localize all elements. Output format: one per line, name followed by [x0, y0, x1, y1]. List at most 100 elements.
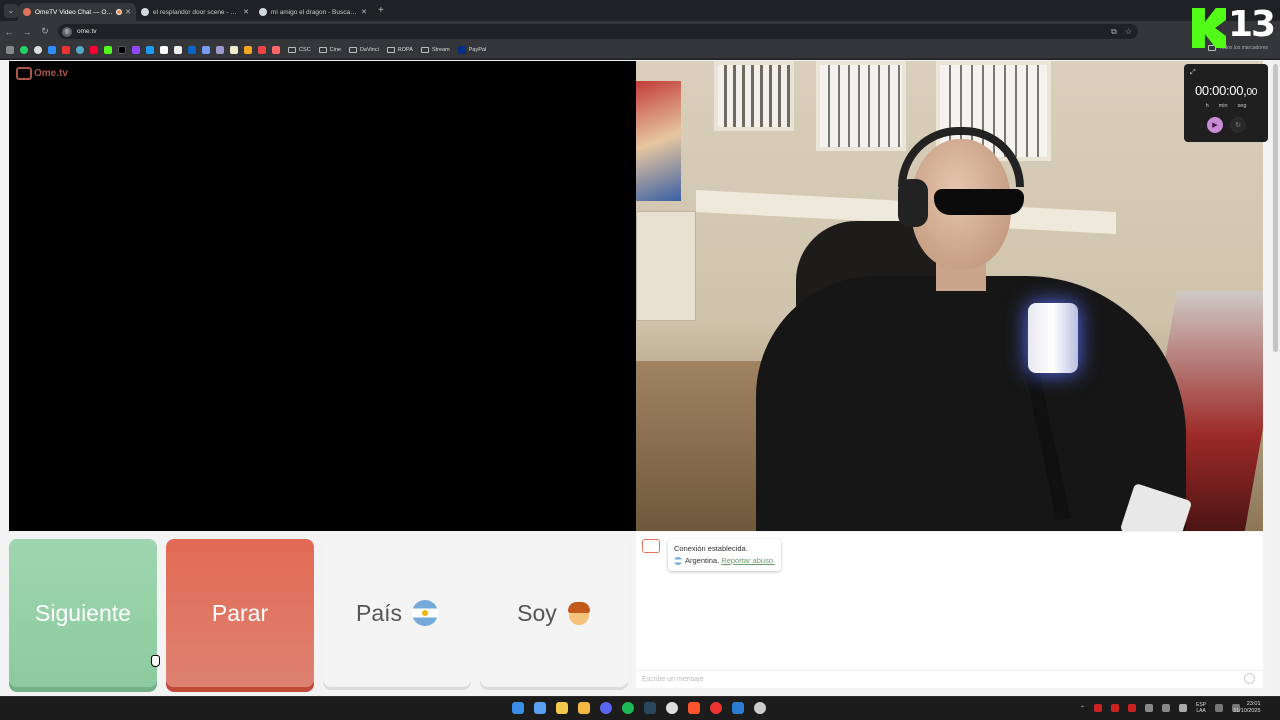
self-video	[636, 61, 1263, 531]
bookmark-folder-davinci[interactable]: DaVinci	[348, 47, 379, 53]
linkedin-icon[interactable]	[188, 46, 196, 54]
google-favicon-icon	[259, 8, 267, 16]
reload-icon[interactable]: ↻	[36, 26, 54, 37]
close-tab-icon[interactable]: ✕	[361, 8, 367, 16]
poster	[636, 81, 681, 201]
back-icon[interactable]: ←	[0, 27, 18, 37]
message-input[interactable]: Escribe un mensaje	[636, 670, 1263, 688]
app-icon[interactable]	[754, 702, 766, 714]
next-button[interactable]: Siguiente	[9, 539, 157, 687]
address-bar[interactable]: ◎ ome.tv ⧉ ☆	[58, 24, 1138, 39]
file-explorer-icon[interactable]	[578, 702, 590, 714]
emoji-icon[interactable]	[1244, 673, 1255, 684]
network-icon[interactable]	[1215, 704, 1224, 712]
chrome-icon[interactable]	[666, 702, 678, 714]
browser-tab-bar: ⌄ OmeTV Video Chat — Ome ✕ el resplandor…	[0, 0, 1280, 21]
close-tab-icon[interactable]: ✕	[125, 8, 131, 16]
scroll-thumb[interactable]	[1273, 64, 1278, 352]
country-label: País	[355, 599, 403, 626]
chat-panel: Conexión establecida. Argentina. Reporta…	[636, 532, 1263, 688]
tab-ometv[interactable]: OmeTV Video Chat — Ome ✕	[18, 3, 136, 21]
tiktok-icon[interactable]	[118, 46, 126, 54]
tab-resplandor[interactable]: el resplandor door scene - Busc ✕	[136, 3, 254, 21]
bookmark-icon[interactable]	[62, 46, 70, 54]
language-indicator[interactable]: ESP LAA	[1196, 702, 1206, 714]
widgets-icon[interactable]	[534, 702, 546, 714]
tab-title: mi amigo el dragon - Buscar co	[271, 8, 359, 16]
youtube-icon[interactable]	[90, 46, 98, 54]
bookmark-paypal[interactable]: PayPal	[457, 46, 486, 54]
ometv-logo: Ome.tv	[16, 67, 68, 80]
tab-dragon[interactable]: mi amigo el dragon - Buscar co ✕	[254, 3, 372, 21]
ometv-page: Ome.tv Siguiente Parar País Soy Conexión…	[0, 60, 1280, 696]
page-scrollbar[interactable]	[1272, 60, 1280, 696]
bookmark-folder-ropa[interactable]: ROPA	[386, 47, 413, 53]
tray-chevron-icon[interactable]: ⌃	[1080, 705, 1085, 712]
stop-button[interactable]: Parar	[166, 539, 314, 687]
system-clock[interactable]: 23:01 31/10/2025	[1233, 701, 1261, 715]
ometv-favicon-icon	[23, 8, 31, 16]
country-button[interactable]: País	[323, 539, 471, 687]
chrome-icon[interactable]	[34, 46, 42, 54]
stopwatch-widget: ⤢ 00:00:00,00 h min seg ▶ ↻	[1184, 64, 1268, 142]
discord-icon[interactable]	[600, 702, 612, 714]
tray-app-icon[interactable]	[1162, 704, 1171, 712]
bookmark-icon[interactable]	[230, 46, 238, 54]
bookmark-icon[interactable]	[174, 46, 182, 54]
folder-icon	[386, 47, 395, 53]
bookmark-folder-cine[interactable]: Cine	[318, 47, 341, 53]
whatsapp-icon[interactable]	[20, 46, 28, 54]
site-info-icon[interactable]: ◎	[62, 26, 72, 37]
tray-app-icon[interactable]	[1094, 704, 1103, 712]
folder-icon	[348, 47, 357, 53]
start-icon[interactable]	[512, 702, 524, 714]
bookmark-star-icon[interactable]: ☆	[1125, 27, 1132, 37]
bookmark-icon[interactable]	[244, 46, 252, 54]
x-icon[interactable]	[160, 46, 168, 54]
report-abuse-link[interactable]: Reportar abuso.	[721, 556, 775, 565]
kick-icon[interactable]	[104, 46, 112, 54]
stopwatch-time: 00:00:00,00	[1194, 83, 1258, 98]
tv-icon	[16, 67, 32, 80]
bookmark-icon[interactable]	[272, 46, 280, 54]
bookmark-icon[interactable]	[216, 46, 224, 54]
hand-cursor-icon	[151, 655, 160, 667]
tray-app-icon[interactable]	[1145, 704, 1154, 712]
badge-number: 13	[1228, 4, 1276, 45]
microphone	[1028, 303, 1078, 373]
brave-icon[interactable]	[688, 702, 700, 714]
reset-icon[interactable]: ↻	[1230, 117, 1246, 133]
bookmark-icon[interactable]	[48, 46, 56, 54]
steam-icon[interactable]	[644, 702, 656, 714]
microphone-icon[interactable]	[1179, 704, 1188, 712]
boy-emoji-icon	[567, 600, 591, 626]
bookmark-folder-csc[interactable]: CSC	[288, 47, 311, 53]
bookmark-folder-stream[interactable]: Stream	[420, 47, 450, 53]
apps-grid-icon[interactable]	[6, 46, 14, 54]
paypal-icon	[457, 46, 466, 54]
close-tab-icon[interactable]: ✕	[243, 8, 249, 16]
app-icon[interactable]	[710, 702, 722, 714]
bookmark-icon[interactable]	[76, 46, 84, 54]
headphone-earcup	[898, 179, 928, 227]
bookmark-icon[interactable]	[258, 46, 266, 54]
url-text[interactable]: ome.tv	[77, 28, 1111, 35]
gender-button[interactable]: Soy	[480, 539, 628, 687]
tray-app-icon[interactable]	[1128, 704, 1137, 712]
bookmark-icon[interactable]	[202, 46, 210, 54]
forward-icon[interactable]: →	[18, 27, 36, 37]
play-icon[interactable]: ▶	[1207, 117, 1223, 133]
app-icon[interactable]	[732, 702, 744, 714]
tab-title: OmeTV Video Chat — Ome	[35, 8, 114, 16]
heater	[636, 211, 696, 321]
sticky-notes-icon[interactable]	[556, 702, 568, 714]
install-app-icon[interactable]: ⧉	[1111, 27, 1117, 37]
new-tab-button[interactable]: +	[378, 5, 384, 16]
person-body	[756, 276, 1186, 531]
tab-search-icon[interactable]: ⌄	[4, 3, 18, 18]
tray-app-icon[interactable]	[1111, 704, 1120, 712]
spotify-icon[interactable]	[622, 702, 634, 714]
bookmark-icon[interactable]	[146, 46, 154, 54]
expand-icon[interactable]: ⤢	[1190, 69, 1196, 77]
twitch-icon[interactable]	[132, 46, 140, 54]
